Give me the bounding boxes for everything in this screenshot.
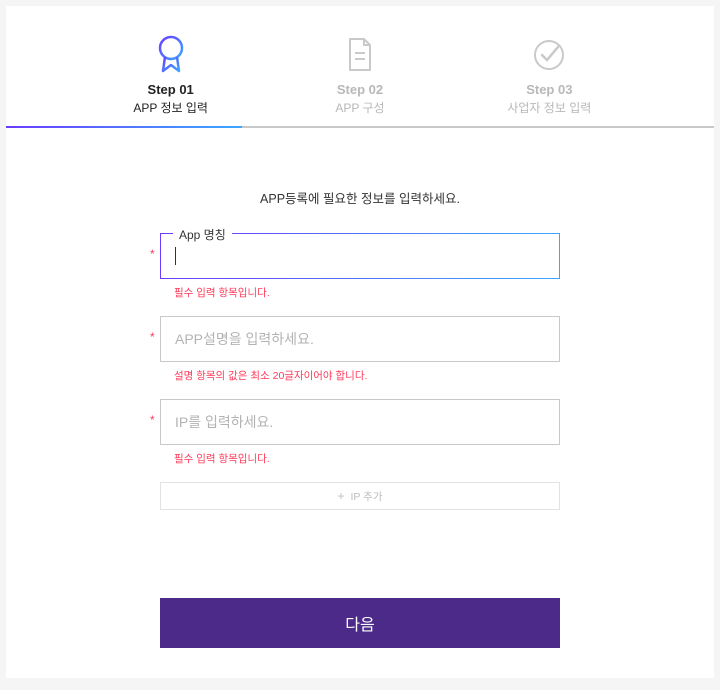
app-name-error: 필수 입력 항목입니다. (174, 285, 560, 300)
step-title: Step 02 (337, 82, 383, 97)
step-subtitle: APP 정보 입력 (133, 99, 208, 116)
add-ip-button[interactable]: + IP 추가 (160, 482, 560, 510)
stepper: Step 01 APP 정보 입력 Step 02 APP 구성 (6, 6, 714, 116)
ip-error: 필수 입력 항목입니다. (174, 451, 560, 466)
plus-icon: + (338, 490, 345, 502)
required-marker: * (150, 247, 155, 261)
step-2: Step 02 APP 구성 (265, 34, 454, 116)
app-desc-input[interactable] (175, 331, 545, 347)
required-marker: * (150, 413, 155, 427)
form: APP등록에 필요한 정보를 입력하세요. * App 명칭 필수 입력 항목입… (6, 128, 714, 510)
app-desc-input-wrapper[interactable] (160, 316, 560, 362)
field-app-name: * App 명칭 필수 입력 항목입니다. (160, 233, 560, 300)
step-title: Step 03 (526, 82, 572, 97)
app-name-input-wrapper[interactable]: App 명칭 (160, 233, 560, 279)
progress-fill (6, 126, 242, 128)
page: Step 01 APP 정보 입력 Step 02 APP 구성 (6, 6, 714, 678)
ribbon-icon (156, 34, 186, 76)
step-1: Step 01 APP 정보 입력 (76, 34, 265, 116)
next-button-label: 다음 (345, 617, 374, 634)
step-subtitle: 사업자 정보 입력 (507, 99, 591, 116)
app-name-label: App 명칭 (173, 226, 232, 243)
form-intro: APP등록에 필요한 정보를 입력하세요. (160, 188, 560, 207)
step-subtitle: APP 구성 (335, 99, 384, 116)
field-app-desc: * 설명 항목의 값은 최소 20글자이어야 합니다. (160, 316, 560, 383)
app-desc-error: 설명 항목의 값은 최소 20글자이어야 합니다. (174, 368, 560, 383)
step-3: Step 03 사업자 정보 입력 (455, 34, 644, 116)
ip-input[interactable] (175, 414, 545, 430)
ip-input-wrapper[interactable] (160, 399, 560, 445)
progress-bar (6, 126, 714, 128)
check-circle-icon (532, 34, 566, 76)
next-button[interactable]: 다음 (160, 598, 560, 648)
document-icon (345, 34, 375, 76)
add-ip-label: IP 추가 (351, 489, 383, 504)
required-marker: * (150, 330, 155, 344)
field-ip: * 필수 입력 항목입니다. (160, 399, 560, 466)
step-title: Step 01 (148, 82, 194, 97)
